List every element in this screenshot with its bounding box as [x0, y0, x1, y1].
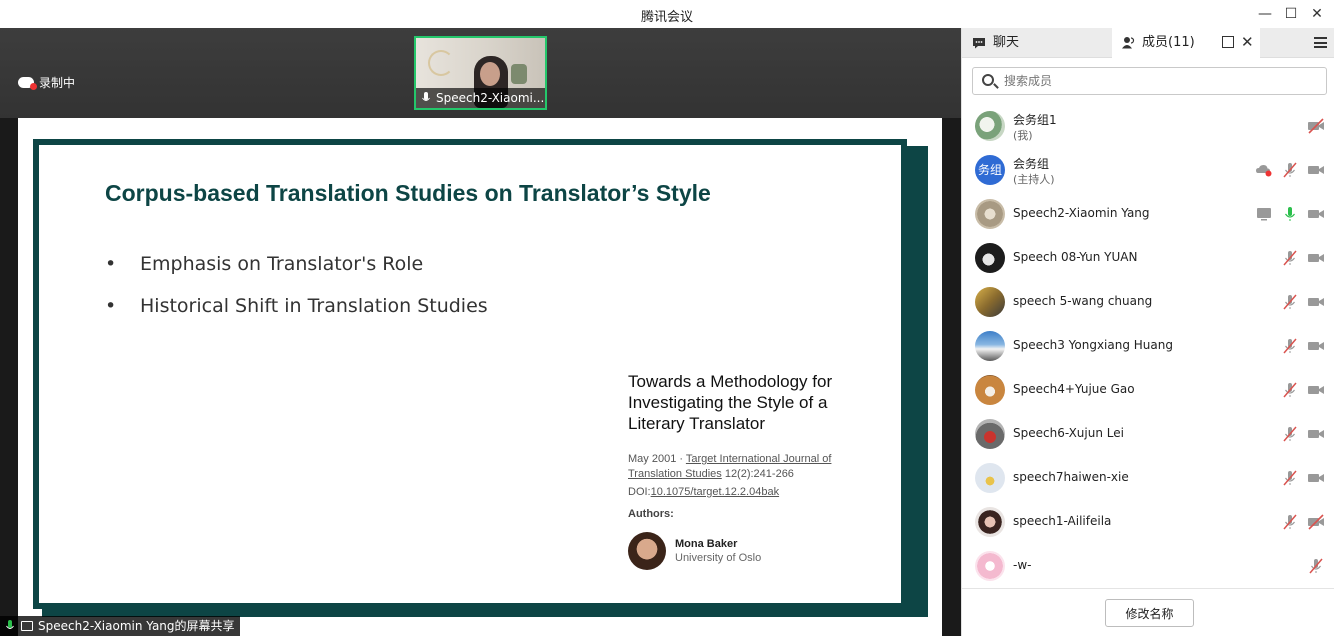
bullet-item: Emphasis on Translator's Role	[105, 253, 488, 275]
active-speaker-thumbnail[interactable]: Speech2-Xiaomi...	[414, 36, 547, 110]
tab-members[interactable]: 成员(11)	[1112, 28, 1260, 58]
camera-icon[interactable]	[1307, 249, 1325, 267]
avatar	[975, 111, 1005, 141]
search-icon	[982, 74, 994, 86]
popout-icon[interactable]	[1222, 36, 1234, 48]
avatar	[975, 507, 1005, 537]
avatar	[975, 419, 1005, 449]
member-row[interactable]: Speech2-Xiaomin Yang	[962, 192, 1334, 236]
mic-icon	[6, 620, 14, 629]
member-row[interactable]: speech1-Ailifeila	[962, 500, 1334, 544]
member-row[interactable]: speech 5-wang chuang	[962, 280, 1334, 324]
paper-meta: May 2001 · Target International Journal …	[628, 453, 832, 480]
camera-icon[interactable]	[1307, 425, 1325, 443]
avatar	[975, 287, 1005, 317]
avatar	[975, 375, 1005, 405]
camera-icon[interactable]	[1307, 205, 1325, 223]
recording-indicator[interactable]: 录制中	[18, 74, 75, 91]
mic-muted-icon[interactable]	[1307, 557, 1325, 575]
mic-muted-icon[interactable]	[1281, 513, 1299, 531]
menu-icon[interactable]	[1314, 37, 1327, 48]
minimize-button[interactable]: —	[1255, 4, 1275, 24]
mic-icon	[422, 92, 430, 101]
side-panel: 聊天 成员(11) ✕ 会务组1 (我)	[961, 28, 1334, 636]
avatar	[975, 199, 1005, 229]
member-row[interactable]: 务组 会务组 (主持人)	[962, 148, 1334, 192]
author-name: Mona Baker	[675, 538, 738, 550]
avatar: 务组	[975, 155, 1005, 185]
video-area: 录制中 Speech2-Xiaomi... Corpus-based Trans…	[0, 28, 961, 636]
author-entry: Mona Baker University of Oslo	[628, 532, 868, 570]
members-icon	[1122, 37, 1135, 49]
camera-off-icon[interactable]	[1307, 117, 1325, 135]
camera-icon[interactable]	[1307, 161, 1325, 179]
video-header: 录制中 Speech2-Xiaomi...	[0, 28, 961, 118]
member-row[interactable]: Speech 08-Yun YUAN	[962, 236, 1334, 280]
member-row[interactable]: -w-	[962, 544, 1334, 588]
paper-card: Towards a Methodology for Investigating …	[628, 371, 868, 570]
camera-icon[interactable]	[1307, 469, 1325, 487]
avatar	[975, 463, 1005, 493]
author-avatar	[628, 532, 666, 570]
mic-muted-icon[interactable]	[1281, 337, 1299, 355]
panel-tabs: 聊天 成员(11) ✕	[962, 28, 1334, 58]
authors-label: Authors:	[628, 508, 674, 520]
mic-muted-icon[interactable]	[1281, 161, 1299, 179]
avatar	[975, 331, 1005, 361]
camera-off-icon[interactable]	[1307, 513, 1325, 531]
screen-share-icon	[1257, 208, 1271, 221]
member-list: 会务组1 (我) 务组 会务组 (主持人) Speech2-Xiaomin Ya…	[962, 104, 1334, 588]
rename-button[interactable]: 修改名称	[1105, 599, 1194, 627]
bullet-item: Historical Shift in Translation Studies	[105, 295, 488, 317]
search-input[interactable]	[1004, 71, 1314, 91]
avatar	[975, 243, 1005, 273]
paper-doi: DOI:10.1075/target.12.2.04bak	[628, 486, 780, 498]
screen-share-view[interactable]: Corpus-based Translation Studies on Tran…	[18, 118, 942, 636]
camera-icon[interactable]	[1307, 381, 1325, 399]
paper-title: Towards a Methodology for Investigating …	[628, 372, 833, 433]
close-window-button[interactable]: ✕	[1307, 4, 1327, 24]
title-bar: 腾讯会议 — ☐ ✕	[0, 0, 1334, 28]
mic-muted-icon[interactable]	[1281, 381, 1299, 399]
author-affiliation: University of Oslo	[675, 552, 762, 564]
recording-label: 录制中	[39, 76, 76, 90]
camera-icon[interactable]	[1307, 293, 1325, 311]
slide-title: Corpus-based Translation Studies on Tran…	[105, 180, 711, 206]
member-row[interactable]: speech7haiwen-xie	[962, 456, 1334, 500]
panel-footer: 修改名称	[962, 588, 1334, 636]
doi-link: 10.1075/target.12.2.04bak	[650, 486, 780, 498]
camera-icon[interactable]	[1307, 337, 1325, 355]
avatar	[975, 551, 1005, 581]
member-row[interactable]: 会务组1 (我)	[962, 104, 1334, 148]
mic-muted-icon[interactable]	[1281, 293, 1299, 311]
mic-muted-icon[interactable]	[1281, 469, 1299, 487]
thumbnail-name: Speech2-Xiaomi...	[436, 91, 545, 105]
close-icon[interactable]: ✕	[1241, 33, 1254, 51]
member-row[interactable]: Speech4+Yujue Gao	[962, 368, 1334, 412]
screen-share-label: Speech2-Xiaomin Yang的屏幕共享	[0, 616, 240, 636]
member-row[interactable]: Speech3 Yongxiang Huang	[962, 324, 1334, 368]
mic-icon[interactable]	[1281, 205, 1299, 223]
member-search[interactable]	[972, 67, 1327, 95]
recording-cloud-icon	[1256, 165, 1272, 177]
maximize-button[interactable]: ☐	[1281, 4, 1301, 24]
mic-muted-icon[interactable]	[1281, 425, 1299, 443]
member-row[interactable]: Speech6-Xujun Lei	[962, 412, 1334, 456]
presentation-slide: Corpus-based Translation Studies on Tran…	[33, 139, 907, 609]
screen-share-icon	[21, 621, 33, 631]
tab-chat[interactable]: 聊天	[972, 28, 1019, 58]
mic-muted-icon[interactable]	[1281, 249, 1299, 267]
chat-icon	[973, 37, 985, 48]
thumbnail-label: Speech2-Xiaomi...	[416, 88, 545, 108]
window-title: 腾讯会议	[640, 10, 693, 25]
recording-cloud-icon	[18, 77, 37, 90]
share-label-text: Speech2-Xiaomin Yang的屏幕共享	[38, 619, 235, 633]
slide-bullets: Emphasis on Translator's Role Historical…	[105, 253, 488, 337]
